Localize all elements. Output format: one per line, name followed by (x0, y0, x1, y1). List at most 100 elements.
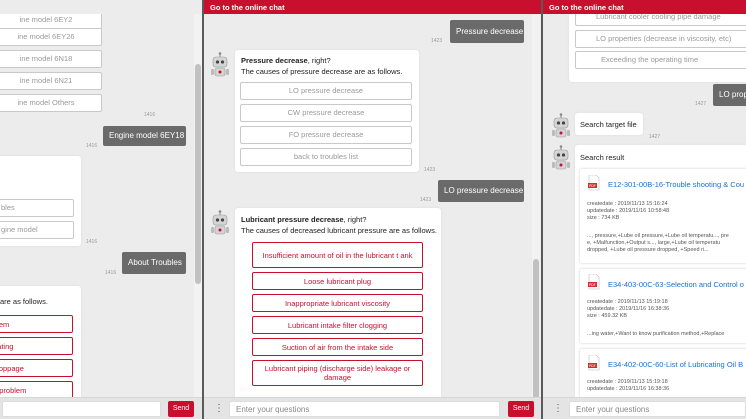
bot-title-bold: Lubricant pressure decrease (241, 215, 344, 224)
timestamp: 1423 (420, 197, 432, 203)
scrollbar[interactable] (194, 14, 202, 397)
result-title-link[interactable]: E34-403-00C-63-Selection and Control o (608, 280, 744, 289)
option-cw-pressure[interactable]: CW pressure decrease (240, 104, 412, 122)
robot-avatar-icon (552, 145, 570, 170)
option-trouble[interactable]: e problem (0, 381, 73, 397)
option-lo-properties[interactable]: LO properties (decrease in viscosity, et… (575, 30, 746, 48)
option-back-to-troubles[interactable]: back to troubles list (240, 148, 412, 166)
option-engine-model[interactable]: gine model (0, 221, 74, 239)
bot-message-title: Lubricant pressure decrease, right? (241, 215, 366, 224)
result-snippet: dropped, +Lube oil pressure dropped, +Sp… (587, 247, 709, 253)
chat-header[interactable]: Go to the online chat (543, 0, 746, 14)
option-exceeding-time[interactable]: Exceeding the operating time (575, 51, 746, 69)
user-message: Engine model 6EY18 (103, 126, 186, 146)
option-label: Insufficient amount of oil in the lubric… (262, 250, 413, 260)
chat-body: Lubricant cooler cooling pipe damage LO … (543, 14, 746, 397)
robot-avatar-icon (552, 113, 570, 138)
question-input[interactable]: Enter your questions (229, 401, 500, 417)
chat-footer: ⋮ Enter your questions (543, 397, 746, 419)
pdf-file-icon: PDF (588, 175, 600, 191)
option-insufficient-oil[interactable]: Insufficient amount of oil in the lubric… (252, 242, 423, 268)
option-label: bles (1, 203, 15, 212)
result-size: size : 734 KB (587, 215, 620, 221)
option-label: Loose lubricant plug (303, 276, 372, 286)
option-label: ine model 6EY2 (19, 15, 73, 24)
user-message: Pressure decrease (450, 20, 524, 43)
result-createdate: createdate : 2019/11/13 15:16:24 (587, 201, 668, 207)
menu-icon[interactable]: ⋮ (214, 402, 224, 416)
result-createdate: createdate : 2019/11/13 15:19:18 (587, 379, 668, 385)
timestamp: 1423 (424, 167, 436, 173)
option-label: blem (0, 319, 10, 329)
scrollbar-thumb[interactable] (195, 64, 201, 284)
option-troubles[interactable]: bles (0, 199, 74, 217)
result-snippet: ..., pressure,+Lube oil pressure,+Lube o… (587, 233, 729, 239)
robot-avatar-icon (211, 52, 229, 77)
scrollbar[interactable] (532, 14, 540, 399)
result-size: size : 459.32 KB (587, 313, 628, 319)
option-engine-model[interactable]: ine model 6N18 (0, 50, 102, 68)
pdf-file-icon: PDF (588, 355, 600, 371)
option-label: gine model (1, 225, 38, 234)
option-viscosity[interactable]: Inappropriate lubricant viscosity (252, 294, 423, 312)
bot-title-suffix: , right? (307, 56, 331, 65)
chat-body: Pressure decrease 1423 Pressure decrease… (204, 14, 541, 397)
bot-title-bold: Pressure decrease (241, 56, 308, 65)
option-engine-model[interactable]: ine model 6N21 (0, 72, 102, 90)
result-snippet: ...ing water,+Want to know purification … (587, 331, 725, 337)
svg-text:PDF: PDF (589, 184, 596, 188)
bot-message-text: The causes of decreased lubricant pressu… (241, 226, 437, 235)
option-trouble[interactable]: eating (0, 337, 73, 355)
option-air-suction[interactable]: Suction of air from the intake side (252, 338, 423, 356)
user-message: LO propo (713, 84, 746, 106)
send-button[interactable]: Send (168, 401, 194, 417)
option-engine-model[interactable]: ine model Others (0, 94, 102, 112)
question-input[interactable] (2, 401, 161, 417)
option-trouble[interactable]: stoppage (0, 359, 73, 377)
user-message: About Troubles (122, 252, 186, 274)
result-title-link[interactable]: E12-301-00B-16-Trouble shooting & Cou (608, 180, 744, 189)
chat-panel-middle: Go to the online chat Pressure decrease … (204, 0, 541, 419)
option-lo-pressure[interactable]: LO pressure decrease (240, 82, 412, 100)
chat-header[interactable]: Go to the online chat (204, 0, 541, 14)
robot-avatar-icon (211, 210, 229, 235)
scrollbar-thumb[interactable] (533, 259, 539, 399)
option-filter-clogging[interactable]: Lubricant intake filter clogging (252, 316, 423, 334)
result-updatedate: updatedate : 2019/11/16 16:38:36 (587, 386, 670, 392)
chat-panel-right: Go to the online chat Lubricant cooler c… (543, 0, 746, 419)
option-loose-plug[interactable]: Loose lubricant plug (252, 272, 423, 290)
bot-message-text: The causes of pressure decrease are as f… (241, 67, 403, 76)
option-cooler-damage[interactable]: Lubricant cooler cooling pipe damage (575, 14, 746, 26)
option-piping-leakage[interactable]: Lubricant piping (discharge side) leakag… (252, 360, 423, 386)
option-fo-pressure[interactable]: FO pressure decrease (240, 126, 412, 144)
result-createdate: createdate : 2019/11/13 15:19:18 (587, 299, 668, 305)
question-input[interactable]: Enter your questions (569, 401, 746, 417)
menu-icon[interactable]: ⋮ (553, 402, 563, 416)
user-message: LO pressure decrease (438, 180, 524, 202)
result-title-link[interactable]: E34-402-00C-60-List of Lubricating Oil B (608, 360, 743, 369)
option-label: Lubricant piping (discharge side) leakag… (264, 364, 411, 382)
bot-message-title: Pressure decrease, right? (241, 56, 331, 65)
timestamp: 1416 (144, 112, 156, 118)
timestamp: 1423 (431, 38, 443, 44)
option-label: e problem (0, 385, 27, 395)
result-updatedate: updatedate : 2019/11/16 16:38:36 (587, 306, 670, 312)
chat-footer: Send (0, 397, 202, 419)
pdf-file-icon: PDF (588, 274, 600, 290)
svg-text:PDF: PDF (589, 283, 596, 287)
bot-message-text: are as follows. (0, 297, 48, 306)
option-label: ine model Others (17, 98, 75, 107)
bot-message-text: Search target file (580, 120, 637, 129)
option-label: Lubricant intake filter clogging (287, 320, 388, 330)
timestamp: 1416 (86, 239, 98, 245)
option-engine-model[interactable]: ine model 6EY2 (0, 14, 102, 29)
timestamp: 1416 (86, 143, 98, 149)
bot-message-text: Search result (580, 153, 625, 162)
timestamp: 1416 (105, 270, 117, 276)
chat-footer: ⋮ Enter your questions Send (204, 397, 541, 419)
send-button[interactable]: Send (508, 401, 534, 417)
option-trouble[interactable]: blem (0, 315, 73, 333)
option-label: eating (0, 341, 14, 351)
option-engine-model[interactable]: ine model 6EY26 (0, 28, 102, 46)
bot-title-suffix: , right? (343, 215, 367, 224)
